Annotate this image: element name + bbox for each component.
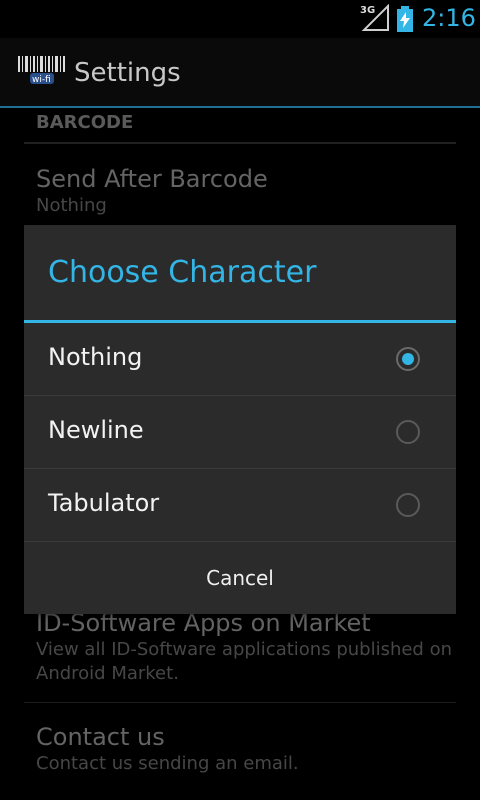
option-label: Newline xyxy=(48,416,144,444)
clock: 2:16 xyxy=(422,4,476,32)
barcode-wifi-icon[interactable]: wi-fi xyxy=(18,56,68,86)
option-tabulator[interactable]: Tabulator xyxy=(24,469,456,542)
radio-unchecked-icon[interactable] xyxy=(396,420,420,444)
action-bar: wi-fi Settings xyxy=(0,38,480,108)
radio-unchecked-icon[interactable] xyxy=(396,493,420,517)
screen: 3G 2:16 wi-fi Settings BARCODE Send Afte… xyxy=(0,0,480,800)
option-label: Nothing xyxy=(48,343,143,371)
option-newline[interactable]: Newline xyxy=(24,396,456,469)
status-bar: 3G 2:16 xyxy=(0,0,480,38)
signal-icon xyxy=(361,4,389,31)
battery-charging-icon xyxy=(397,6,413,32)
option-nothing[interactable]: Nothing xyxy=(24,323,456,396)
screen-title: Settings xyxy=(74,58,181,88)
dialog-title: Choose Character xyxy=(48,255,317,290)
choose-character-dialog: Choose Character Nothing Newline Tabulat… xyxy=(24,225,456,614)
cancel-button[interactable]: Cancel xyxy=(24,542,456,614)
svg-text:wi-fi: wi-fi xyxy=(32,75,51,85)
option-label: Tabulator xyxy=(48,489,160,517)
radio-checked-icon[interactable] xyxy=(396,347,420,371)
